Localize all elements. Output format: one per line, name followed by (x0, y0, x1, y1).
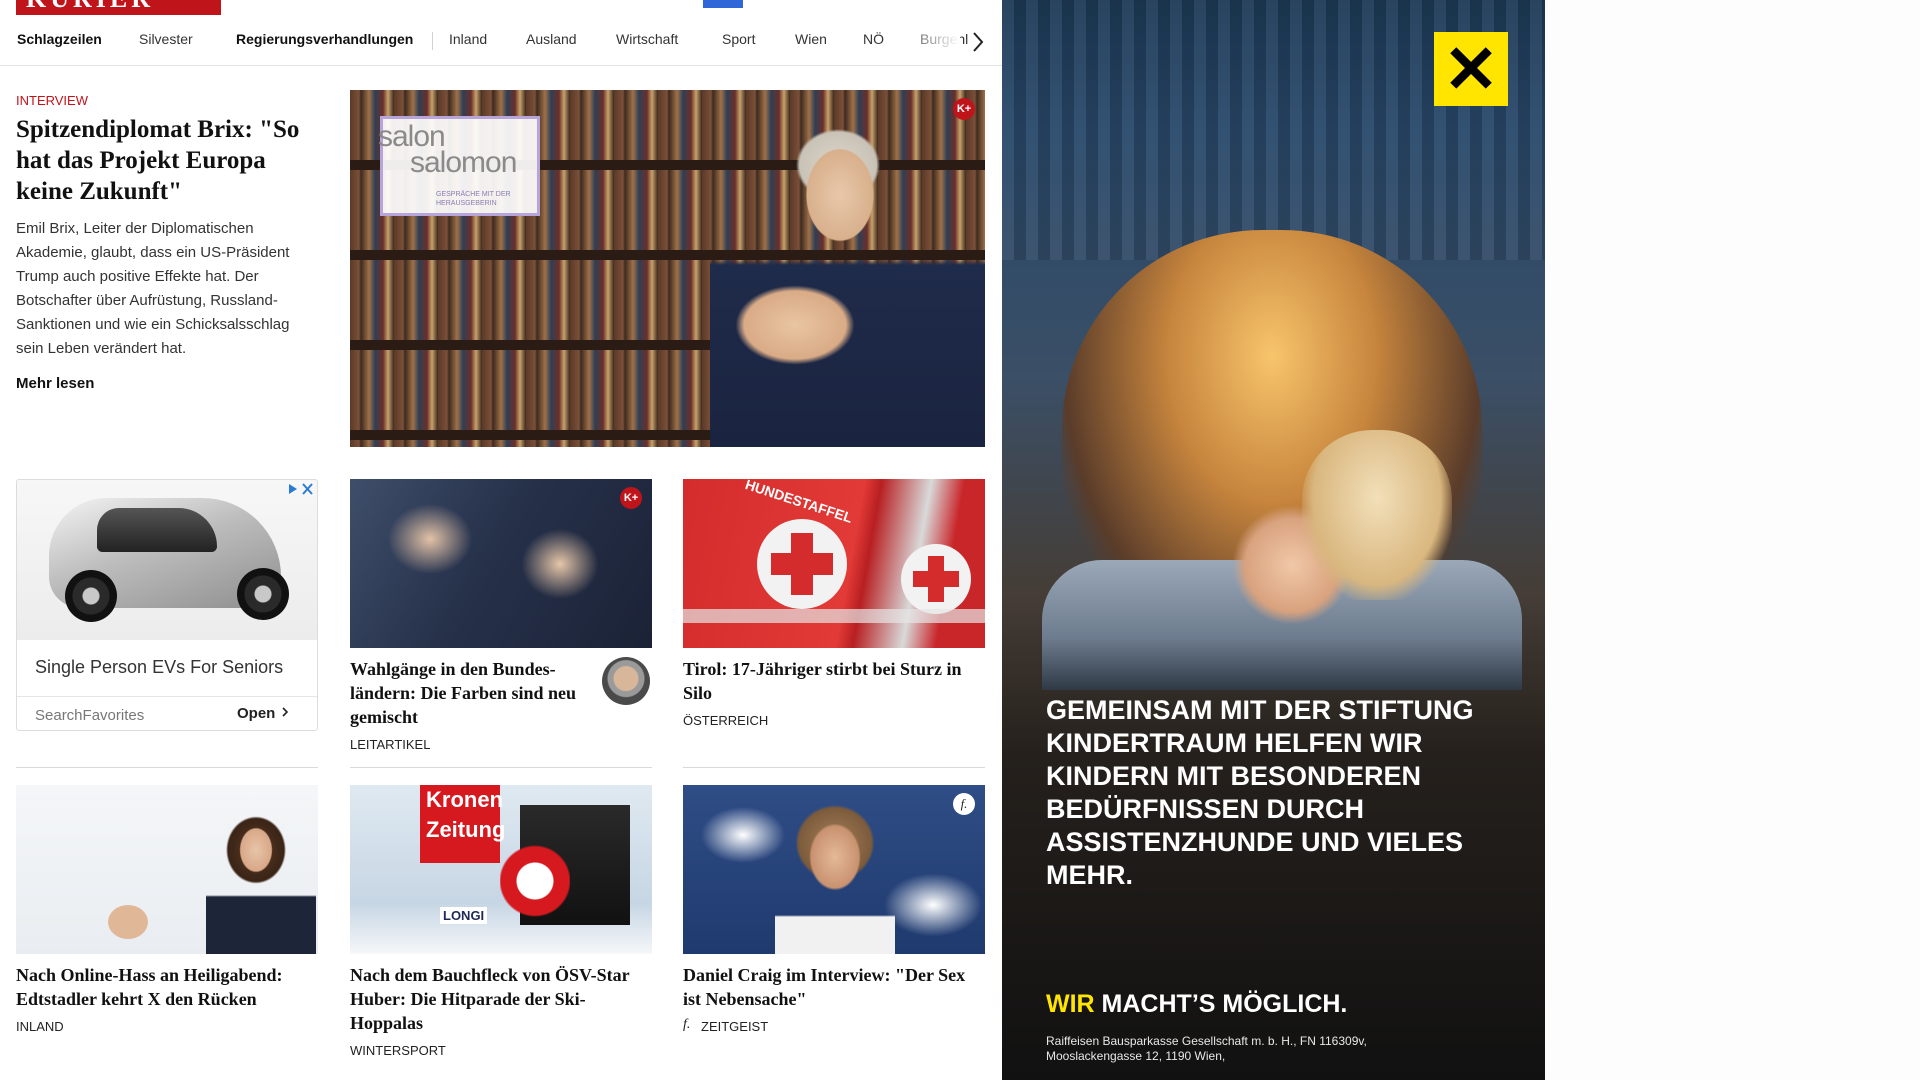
logo-text: KURIER (26, 0, 154, 12)
ad-open-label: Open (237, 705, 276, 722)
article-image[interactable]: K+ (350, 479, 652, 648)
read-more-link[interactable]: Mehr lesen (16, 375, 94, 392)
article-card-ski-hoppalas[interactable]: Kronen Zeitung LONGI Nach dem Bauchfleck… (350, 785, 652, 1065)
article-card-daniel-craig[interactable]: f. Daniel Craig im Interview: "Der Sex i… (683, 785, 985, 1045)
salon-tagline: GESPRÄCHE MIT DER HERAUSGEBERIN (436, 191, 511, 207)
article-rubric[interactable]: INLAND (16, 1019, 64, 1034)
ad-advertiser: SearchFavorites (35, 707, 145, 724)
nav-item-ausland[interactable]: Ausland (526, 31, 577, 47)
portrait-person (775, 795, 895, 954)
sponsor-text: Kronen (426, 787, 503, 812)
ressort-navigation: Schlagzeilen Silvester Regierungsverhand… (0, 22, 1002, 66)
ad-headline[interactable]: Single Person EVs For Seniors (35, 657, 283, 678)
ad-vehicle-window (97, 508, 217, 552)
nav-item-inland[interactable]: Inland (449, 31, 487, 47)
kplus-badge: K+ (620, 487, 642, 509)
article-rubric[interactable]: WINTERSPORT (350, 1043, 446, 1058)
reflective-stripe (683, 609, 985, 623)
main-column: KURIER Schlagzeilen Silvester Regierungs… (0, 0, 1002, 1080)
sponsor-text: Zeitung (426, 817, 506, 842)
article-image[interactable]: Kronen Zeitung LONGI (350, 785, 652, 954)
sponsor-text: LONGI (440, 907, 488, 924)
ad-image[interactable] (17, 480, 317, 640)
raiffeisen-logo[interactable]: ✕ (1434, 32, 1508, 106)
kplus-badge: K+ (953, 98, 975, 120)
article-card-tirol[interactable]: HUNDESTAFFEL Tirol: 17-Jähriger stirbt b… (683, 479, 985, 739)
row-divider (16, 767, 318, 768)
article-card-edtstadler[interactable]: Nach Online-Hass an Heiligabend: Edtstad… (16, 785, 318, 1045)
skier (500, 845, 570, 935)
hero-teaser: Emil Brix, Leiter der Diplomatischen Aka… (16, 220, 290, 357)
ad-legal-text: Raiffeisen Bausparkasse Gesellschaft m. … (1046, 1034, 1367, 1063)
article-image[interactable] (16, 785, 318, 954)
ad-slogan-rest: MACHT’S MÖGLICH. (1094, 990, 1348, 1018)
salon-salomon-logo: salon salomon GESPRÄCHE MIT DER HERAUSGE… (376, 112, 546, 232)
ad-vehicle-wheel (237, 568, 289, 620)
hero-kicker: INTERVIEW (16, 93, 88, 108)
skyscraper-ad[interactable]: ✕ Gemeinsam mit der Stiftung Kindertraum… (1002, 0, 1545, 1080)
ad-vehicle-wheel (65, 570, 117, 622)
nav-item-wien[interactable]: Wien (795, 31, 827, 47)
article-rubric[interactable]: LEITARTIKEL (350, 737, 430, 752)
article-title[interactable]: Nach Online-Hass an Heiligabend: Edtstad… (16, 963, 318, 1011)
kurier-logo[interactable]: KURIER (16, 0, 221, 15)
article-rubric[interactable]: ÖSTERREICH (683, 713, 768, 728)
top-marker (703, 0, 743, 8)
article-image[interactable]: f. (683, 785, 985, 954)
empty-right-area (1545, 0, 1920, 1080)
ad-open-button[interactable]: Open (237, 705, 290, 722)
zeitgeist-badge: f. (953, 793, 975, 815)
ad-dog (1302, 430, 1452, 600)
zeitgeist-icon: f. (683, 1017, 691, 1032)
article-title[interactable]: Nach dem Bauchfleck von ÖSV-Star Huber: … (350, 963, 652, 1035)
portrait-person (710, 90, 985, 447)
article-card-wahlgaenge[interactable]: K+ Wahlgänge in den Bundes­ländern: Die … (350, 479, 652, 759)
adchoices-icon[interactable] (285, 482, 315, 496)
row-divider (683, 767, 985, 768)
nav-item-sport[interactable]: Sport (722, 31, 755, 47)
ad-footer: SearchFavorites Open (17, 696, 317, 730)
ad-claim: Gemeinsam mit der Stiftung Kindertraum h… (1046, 695, 1474, 890)
nav-item-noe[interactable]: NÖ (863, 31, 884, 47)
portrait-hand (735, 285, 855, 365)
author-avatar (602, 657, 650, 705)
ad-slogan-accent: WIR (1046, 990, 1095, 1018)
portrait-hand (108, 905, 148, 939)
ad-slogan: WIR MACHT’S MÖGLICH. (1046, 990, 1347, 1019)
nav-item-wirtschaft[interactable]: Wirtschaft (616, 31, 678, 47)
hero-image[interactable]: salon salomon GESPRÄCHE MIT DER HERAUSGE… (350, 90, 985, 447)
nav-item-regierungsverhandlungen[interactable]: Regierungsverhandlungen (236, 31, 413, 47)
salon-line2: salomon (410, 146, 517, 179)
portrait-person (206, 805, 316, 954)
article-title[interactable]: Daniel Craig im Interview: "Der Sex ist … (683, 963, 985, 1011)
article-title[interactable]: Tirol: 17-Jähriger stirbt bei Sturz in S… (683, 657, 985, 705)
row-divider (350, 767, 652, 768)
nav-item-schlagzeilen[interactable]: Schlagzeilen (17, 31, 102, 47)
red-cross-badge (901, 544, 971, 614)
hero-title[interactable]: Spitzendiplomat Brix: "So hat das Projek… (16, 114, 326, 207)
sponsor-board: Kronen Zeitung (420, 785, 506, 863)
article-title[interactable]: Wahlgänge in den Bundes­ländern: Die Far… (350, 657, 590, 729)
chevron-right-icon[interactable] (966, 27, 990, 57)
sponsored-ad-card[interactable]: Single Person EVs For Seniors SearchFavo… (16, 479, 318, 731)
nav-separator (432, 32, 433, 50)
article-rubric[interactable]: ZEITGEIST (701, 1019, 768, 1034)
nav-fade (900, 22, 960, 62)
article-image[interactable]: HUNDESTAFFEL (683, 479, 985, 648)
chevron-right-icon (281, 707, 288, 717)
nav-item-silvester[interactable]: Silvester (139, 31, 193, 47)
red-cross-badge (757, 519, 847, 609)
